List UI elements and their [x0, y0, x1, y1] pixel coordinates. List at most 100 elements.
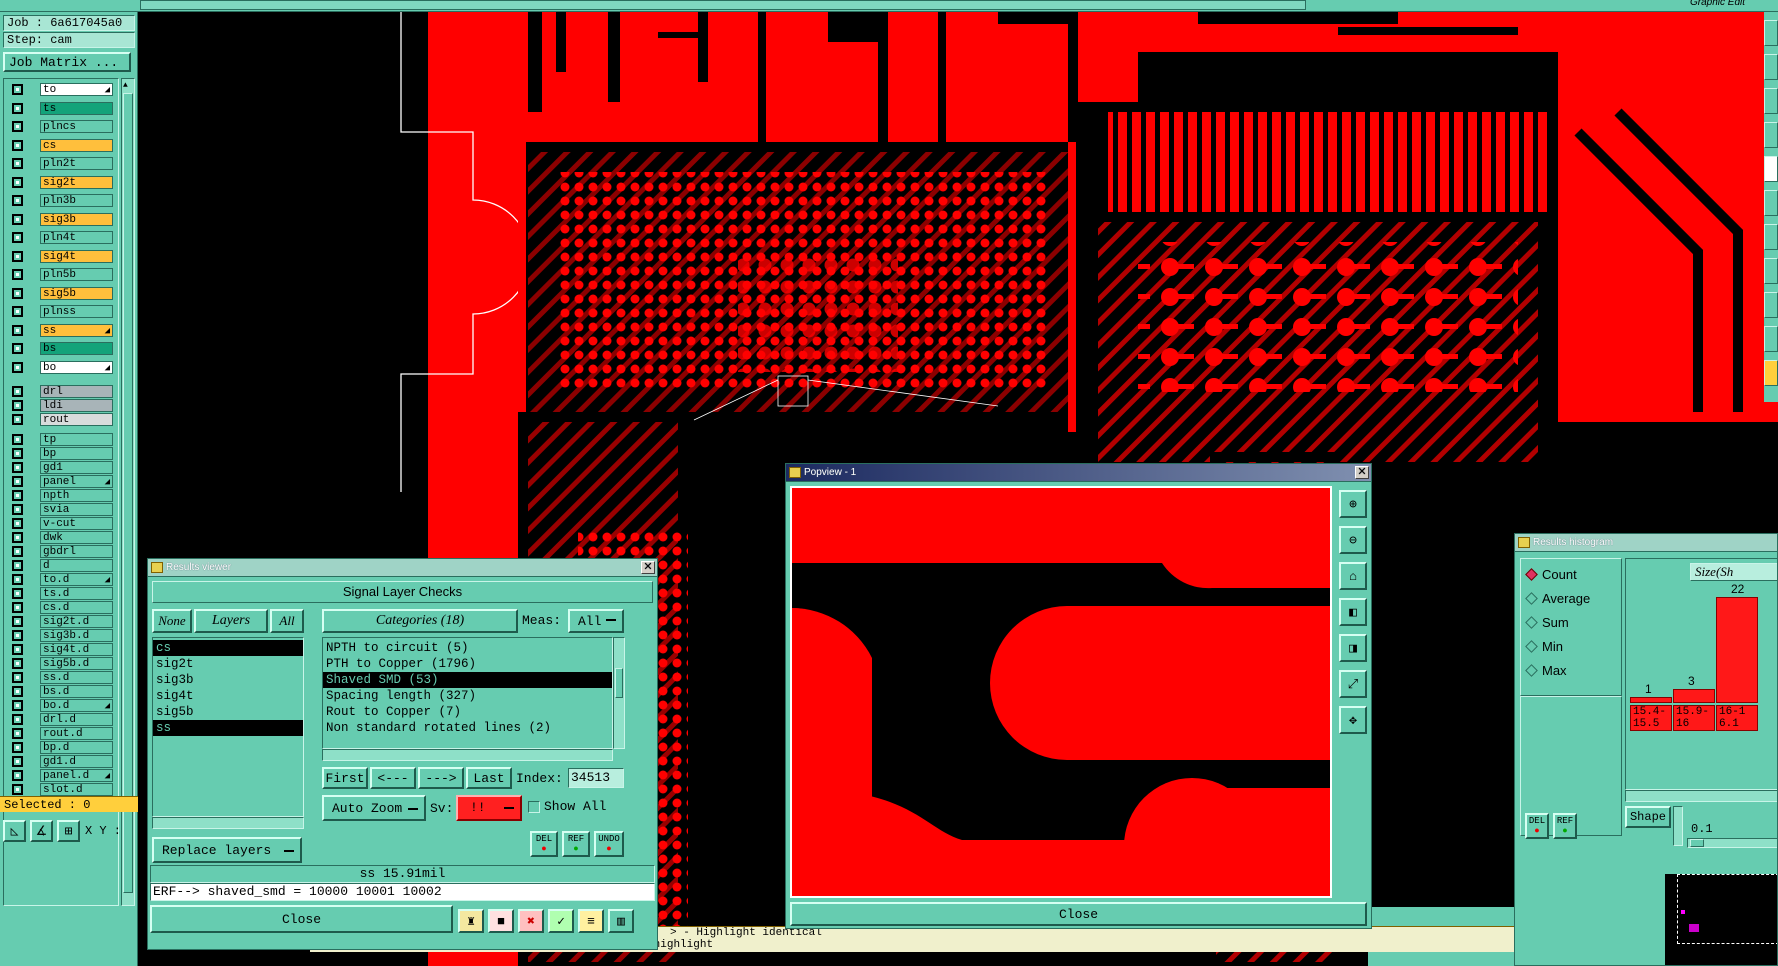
- layer-checkbox[interactable]: [12, 386, 23, 397]
- category-list[interactable]: NPTH to circuit (5) PTH to Copper (1796) S…: [322, 637, 613, 749]
- layer-name[interactable]: tp: [40, 433, 113, 446]
- layer-name[interactable]: sig4t: [40, 249, 113, 263]
- layer-name[interactable]: ss.d: [40, 671, 113, 684]
- layer-checkbox[interactable]: [12, 742, 23, 753]
- del-button[interactable]: DEL ●: [530, 831, 558, 857]
- layer-row[interactable]: ss.d: [9, 671, 113, 684]
- toolbar-button-icon[interactable]: [1764, 54, 1778, 80]
- layer-checkbox[interactable]: [12, 546, 23, 557]
- layer-checkbox[interactable]: [12, 630, 23, 641]
- layer-checkbox[interactable]: [12, 700, 23, 711]
- layer-row[interactable]: sig4t.d: [9, 643, 113, 656]
- layer-checkbox[interactable]: [12, 84, 23, 95]
- last-button[interactable]: Last: [466, 767, 512, 789]
- layer-menu-icon[interactable]: ◢: [105, 362, 110, 375]
- layer-name[interactable]: gd1.d: [40, 755, 113, 768]
- layer-checkbox[interactable]: [12, 213, 23, 225]
- layer-name[interactable]: pln3b: [40, 194, 113, 207]
- tool-grid-icon[interactable]: ⊞: [57, 820, 80, 842]
- layer-checkbox[interactable]: [12, 158, 23, 169]
- layer-checkbox[interactable]: [12, 250, 23, 262]
- layer-row[interactable]: ts: [9, 101, 113, 115]
- layer-checkbox[interactable]: [12, 176, 23, 188]
- layer-row[interactable]: ldi: [9, 399, 113, 412]
- popview-close-button[interactable]: Close: [790, 902, 1367, 926]
- results-close-button[interactable]: Close: [150, 905, 453, 933]
- layer-row[interactable]: sig5b.d: [9, 657, 113, 670]
- layer-checkbox[interactable]: [12, 102, 23, 114]
- layer-row[interactable]: rout.d: [9, 727, 113, 740]
- fit-icon[interactable]: ⤢: [1339, 670, 1367, 698]
- layer-name[interactable]: bp.d: [40, 741, 113, 754]
- layer-checkbox[interactable]: [12, 448, 23, 459]
- layer-row[interactable]: to ◢: [9, 83, 113, 96]
- layer-row[interactable]: d: [9, 559, 113, 572]
- layer-menu-icon[interactable]: ◢: [105, 770, 110, 783]
- toolbar-button-icon[interactable]: [1764, 156, 1778, 182]
- layer-checkbox[interactable]: [12, 269, 23, 280]
- toolbar-report-icon[interactable]: ✓: [548, 909, 574, 933]
- radio-icon[interactable]: [1525, 663, 1538, 677]
- histogram-bar[interactable]: [1673, 688, 1715, 703]
- layer-name[interactable]: panel ◢: [40, 475, 113, 488]
- layer-name[interactable]: ss ◢: [40, 323, 113, 338]
- result-layer-item[interactable]: sig4t: [153, 688, 303, 704]
- layer-checkbox[interactable]: [12, 195, 23, 206]
- toolbar-button-icon[interactable]: [1764, 292, 1778, 318]
- scroll-up-arrow-icon[interactable]: ▲: [123, 81, 133, 91]
- layer-row[interactable]: sig2t: [9, 175, 113, 189]
- pan-right-icon[interactable]: ◨: [1339, 634, 1367, 662]
- layer-name[interactable]: cs.d: [40, 601, 113, 614]
- layer-list-hscroll[interactable]: [152, 817, 304, 829]
- scroll-thumb[interactable]: [615, 668, 623, 698]
- result-layer-item[interactable]: sig2t: [153, 656, 303, 672]
- first-button[interactable]: First: [322, 767, 368, 789]
- layer-name[interactable]: sig4t.d: [40, 643, 113, 656]
- layer-list-scrollbar[interactable]: ▲: [121, 78, 135, 906]
- result-layer-item[interactable]: ss: [153, 720, 303, 736]
- layer-checkbox[interactable]: [12, 672, 23, 683]
- layer-name[interactable]: rout.d: [40, 727, 113, 740]
- histogram-option[interactable]: Max: [1525, 661, 1567, 679]
- layer-name[interactable]: to.d ◢: [40, 573, 113, 586]
- layer-checkbox[interactable]: [12, 770, 23, 781]
- layer-row[interactable]: drl: [9, 385, 113, 398]
- radio-icon[interactable]: [1525, 639, 1538, 653]
- toolbar-histogram-icon[interactable]: ▥: [608, 909, 634, 933]
- radio-icon[interactable]: [1525, 591, 1538, 605]
- layer-name[interactable]: panel.d ◢: [40, 769, 113, 782]
- undo-button[interactable]: UNDO ●: [594, 831, 624, 857]
- histogram-option[interactable]: Count: [1525, 565, 1577, 583]
- layer-row[interactable]: panel ◢: [9, 475, 113, 488]
- layer-row[interactable]: plnss: [9, 305, 113, 318]
- layer-row[interactable]: v-cut: [9, 517, 113, 530]
- layer-row[interactable]: ss ◢: [9, 323, 113, 338]
- layer-name[interactable]: drl.d: [40, 713, 113, 726]
- layer-name[interactable]: slot.d: [40, 783, 113, 796]
- toolbar-run-icon[interactable]: ♜: [458, 909, 484, 933]
- layer-row[interactable]: bo ◢: [9, 360, 113, 375]
- layer-name[interactable]: to ◢: [40, 83, 113, 96]
- radio-icon[interactable]: [1525, 567, 1538, 581]
- layer-menu-icon[interactable]: ◢: [105, 700, 110, 713]
- zoom-out-icon[interactable]: ⊖: [1339, 526, 1367, 554]
- layer-name[interactable]: drl: [40, 385, 113, 398]
- histogram-option[interactable]: Sum: [1525, 613, 1569, 631]
- layer-row[interactable]: slot.d: [9, 783, 113, 796]
- layer-name[interactable]: pln5b: [40, 268, 113, 281]
- zoom-home-icon[interactable]: ⌂: [1339, 562, 1367, 590]
- layer-checkbox[interactable]: [12, 306, 23, 317]
- layer-row[interactable]: dwk: [9, 531, 113, 544]
- layer-name[interactable]: svia: [40, 503, 113, 516]
- none-button[interactable]: None: [152, 609, 192, 633]
- layer-row[interactable]: bs.d: [9, 685, 113, 698]
- layer-name[interactable]: bs: [40, 342, 113, 355]
- layer-checkbox[interactable]: [12, 686, 23, 697]
- layer-menu-icon[interactable]: ◢: [105, 325, 110, 338]
- layer-row[interactable]: npth: [9, 489, 113, 502]
- toolbar-notes-icon[interactable]: ≡: [578, 909, 604, 933]
- auto-zoom-dropdown[interactable]: Auto Zoom: [322, 795, 426, 821]
- histogram-bar[interactable]: [1716, 597, 1758, 703]
- layer-checkbox[interactable]: [12, 462, 23, 473]
- layer-checkbox[interactable]: [12, 400, 23, 411]
